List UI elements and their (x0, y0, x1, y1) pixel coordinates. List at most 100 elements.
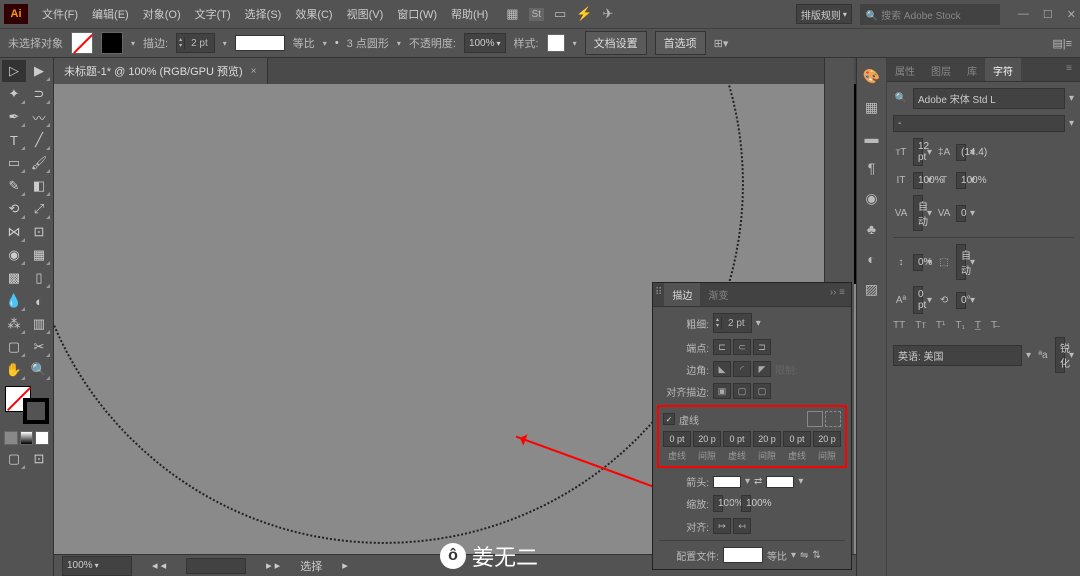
close-icon[interactable]: ✕ (1067, 8, 1076, 21)
screen-mode-tool[interactable]: ▢ (2, 448, 26, 470)
stroke-tab[interactable]: 描边 (664, 283, 700, 306)
color-mode-solid[interactable] (4, 431, 18, 445)
fill-swatch[interactable] (71, 32, 93, 54)
arrange-icon[interactable]: ▭ (554, 6, 566, 22)
swap-arrows-icon[interactable]: ⇄ (754, 476, 762, 487)
font-search-icon[interactable]: 🔍 (893, 93, 909, 104)
stroke-profile-preview[interactable] (235, 35, 285, 51)
antialias-input[interactable]: 锐化 (1055, 337, 1065, 373)
gap-3[interactable]: 20 p (813, 431, 841, 447)
perspective-tool[interactable]: ▦ (27, 244, 51, 266)
artboard-tool[interactable]: ▢ (2, 336, 26, 358)
strikethrough-icon[interactable]: T̶ (991, 320, 997, 331)
menu-object[interactable]: 对象(O) (137, 2, 187, 26)
style-swatch[interactable] (547, 34, 565, 52)
stroke-weight-dropdown-icon[interactable]: ▾ (223, 39, 227, 48)
align-center[interactable]: ▣ (713, 383, 731, 399)
graph-tool[interactable]: ▥ (27, 313, 51, 335)
font-size-input[interactable]: 12 pt (913, 138, 923, 166)
preferences-button[interactable]: 首选项 (655, 31, 706, 55)
tab-character[interactable]: 字符 (985, 58, 1021, 81)
gap-1[interactable]: 20 p (693, 431, 721, 447)
align-outside[interactable]: ▢ (753, 383, 771, 399)
styles-panel-icon[interactable]: ♣ (867, 221, 876, 237)
eyedropper-tool[interactable]: 💧 (2, 290, 26, 312)
appearance-panel-icon[interactable]: ◐ (867, 251, 875, 267)
auto-input[interactable]: 自动 (956, 244, 966, 280)
smallcaps-icon[interactable]: Tт (915, 320, 926, 331)
symbol-sprayer-tool[interactable]: ⁂ (2, 313, 26, 335)
panel-menu-icon[interactable]: ≡ (1058, 58, 1080, 81)
baseline-shift-input[interactable]: 0 pt (913, 286, 923, 314)
color-panel-icon[interactable]: 🎨 (863, 68, 880, 85)
dash-align-exact[interactable] (807, 411, 823, 427)
menu-effect[interactable]: 效果(C) (289, 2, 338, 26)
align-panel-icon[interactable]: ⊞▾ (714, 37, 729, 50)
brush-dropdown-icon[interactable]: ▾ (397, 39, 401, 48)
free-transform-tool[interactable]: ⊡ (27, 221, 51, 243)
paintbrush-tool[interactable]: 🖌 (27, 152, 51, 174)
pen-tool[interactable]: ✒ (2, 106, 26, 128)
nav-next-icon[interactable]: ▸ ▸ (266, 559, 280, 572)
brushes-panel-icon[interactable]: ▬ (865, 130, 879, 146)
stroke-weight-stepper[interactable]: ▴▾2 pt (176, 33, 215, 53)
cap-round[interactable]: ⊂ (733, 339, 751, 355)
cap-projecting[interactable]: ⊐ (753, 339, 771, 355)
stroke-indicator[interactable] (23, 398, 49, 424)
brush-label[interactable]: 3 点圆形 (347, 35, 389, 51)
leading-input[interactable]: (14.4) (956, 144, 966, 161)
underline-icon[interactable]: T̲ (975, 320, 981, 331)
arrow-end[interactable] (766, 476, 794, 488)
dash-align-corners[interactable] (825, 411, 841, 427)
shape-builder-tool[interactable]: ◉ (2, 244, 26, 266)
control-menu-icon[interactable]: ▤|≡ (1052, 37, 1072, 50)
gap-2[interactable]: 20 p (753, 431, 781, 447)
arrow-start[interactable] (713, 476, 741, 488)
weight-stepper[interactable]: ▴▾2 pt (713, 313, 752, 333)
cap-butt[interactable]: ⊏ (713, 339, 731, 355)
tab-layers[interactable]: 图层 (923, 58, 959, 81)
font-style-input[interactable]: - (893, 115, 1065, 132)
stock-search[interactable]: 🔍 搜索 Adobe Stock (860, 4, 1000, 25)
font-dropdown-icon[interactable]: ▾ (1069, 93, 1074, 104)
align-inside[interactable]: ▢ (733, 383, 751, 399)
language-input[interactable]: 英语: 美国 (893, 345, 1022, 366)
line-tool[interactable]: ╱ (27, 129, 51, 151)
transparency-panel-icon[interactable]: ▨ (865, 281, 878, 298)
direct-selection-tool[interactable]: ▶ (27, 60, 51, 82)
superscript-icon[interactable]: T¹ (936, 320, 945, 331)
tab-properties[interactable]: 属性 (887, 58, 923, 81)
zoom-tool[interactable]: 🔍 (27, 359, 51, 381)
dash-2[interactable]: 0 pt (723, 431, 751, 447)
tab-close-icon[interactable]: × (251, 66, 257, 77)
bridge-icon[interactable]: ▦ (506, 6, 518, 22)
panel-grip-icon[interactable]: ⠿ (653, 283, 664, 306)
fill-stroke-indicator[interactable] (5, 386, 49, 424)
stock-icon[interactable]: St (529, 8, 544, 21)
swatch-dropdown-icon[interactable]: ▾ (131, 39, 135, 48)
gradient-tool[interactable]: ▯ (27, 267, 51, 289)
corner-round[interactable]: ◜ (733, 361, 751, 377)
document-tab[interactable]: 未标题-1* @ 100% (RGB/GPU 预览) × (54, 58, 268, 84)
hand-tool[interactable]: ✋ (2, 359, 26, 381)
flip-x-icon[interactable]: ⇋ (800, 550, 808, 561)
blend-tool[interactable]: ◐ (27, 290, 51, 312)
document-setup-button[interactable]: 文档设置 (585, 31, 647, 55)
menu-window[interactable]: 窗口(W) (391, 2, 443, 26)
dash-1[interactable]: 0 pt (663, 431, 691, 447)
style-dropdown-icon[interactable]: ▾ (1069, 118, 1074, 129)
symbols-panel-icon[interactable]: ¶ (868, 160, 876, 176)
vscale-input[interactable]: 100% (913, 172, 923, 189)
panel-collapse-icon[interactable]: ›› ≡ (824, 283, 851, 306)
style-dropdown-icon[interactable]: ▾ (573, 39, 577, 48)
tab-libraries[interactable]: 库 (959, 58, 985, 81)
color-mode-gradient[interactable] (20, 431, 34, 445)
magic-wand-tool[interactable]: ✦ (2, 83, 26, 105)
type-tool[interactable]: T (2, 129, 26, 151)
swatches-panel-icon[interactable]: ▦ (865, 99, 878, 116)
nav-prev-icon[interactable]: ◂ ◂ (152, 559, 166, 572)
maximize-icon[interactable]: ☐ (1043, 8, 1053, 21)
artboard-nav[interactable] (186, 558, 246, 574)
minimize-icon[interactable]: — (1018, 8, 1029, 21)
corner-miter[interactable]: ◣ (713, 361, 731, 377)
